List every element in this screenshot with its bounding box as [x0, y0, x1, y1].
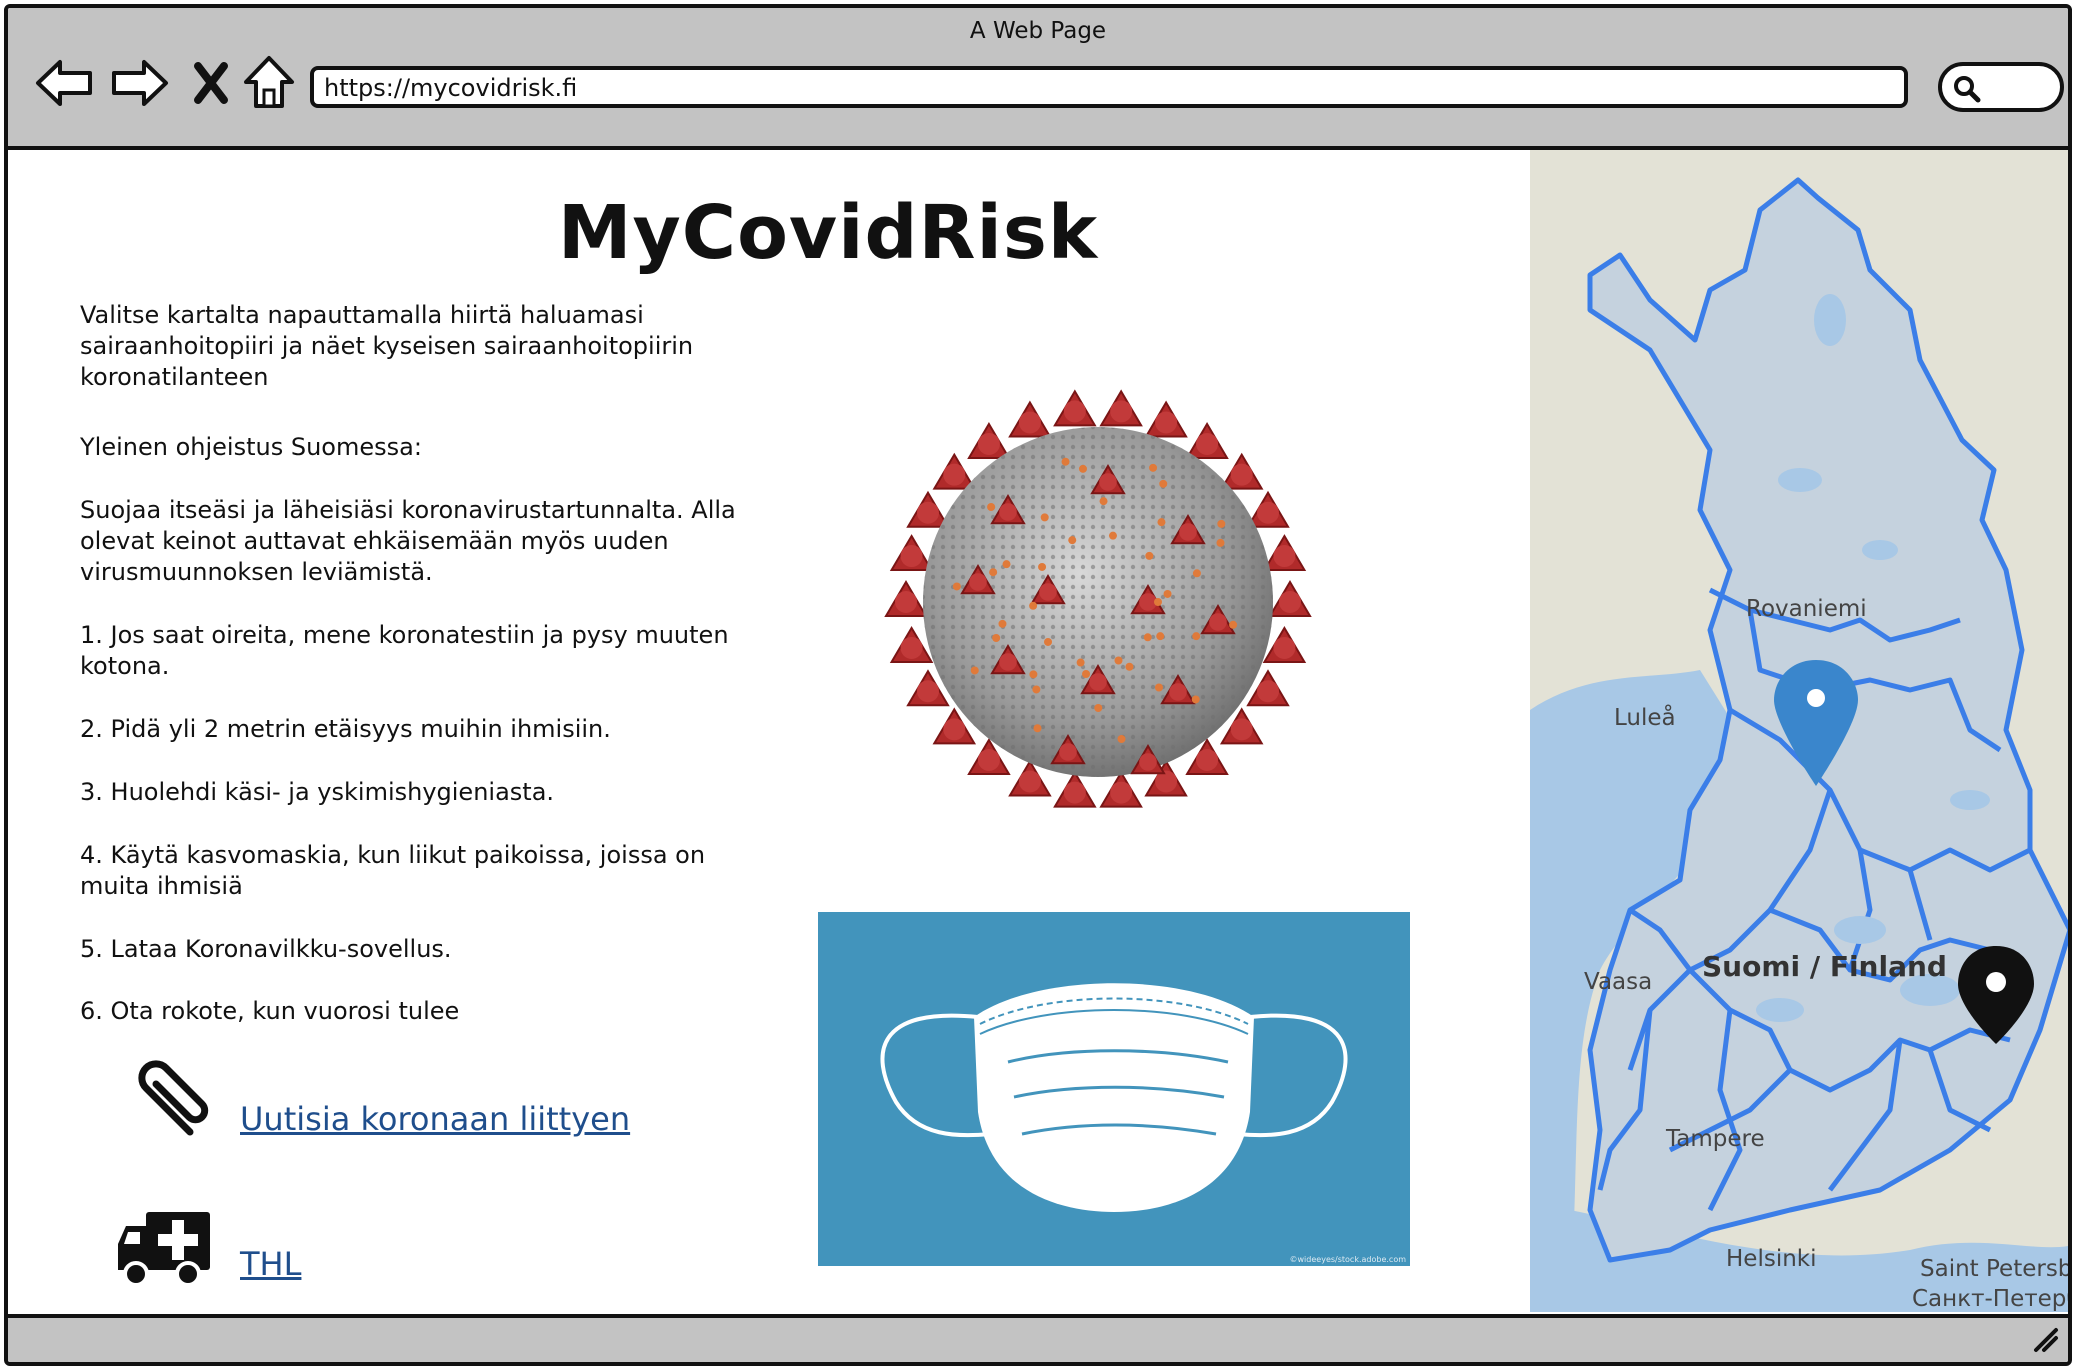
map-canvas[interactable]	[1530, 150, 2072, 1312]
map-label-helsinki: Helsinki	[1726, 1246, 1817, 1272]
guideline-item: 2. Pidä yli 2 metrin etäisyys muihin ihm…	[80, 715, 611, 743]
resize-grip-icon[interactable]	[2032, 1326, 2060, 1354]
browser-window: A Web Page https://mycovidrisk.fi MyCovi…	[4, 4, 2072, 1366]
guidance-heading: Yleinen ohjeistus Suomessa:	[80, 433, 422, 461]
paperclip-icon	[138, 1060, 209, 1136]
guideline-item: 3. Huolehdi käsi- ja yskimishygieniasta.	[80, 778, 555, 806]
guideline-item: 4. Käytä kasvomaskia, kun liikut paikois…	[80, 841, 706, 900]
page-title: MyCovidRisk	[557, 190, 1099, 276]
map-label-country: Suomi / Finland	[1702, 950, 1947, 983]
back-arrow-icon[interactable]	[34, 52, 96, 114]
map-label-saint-petersburg-ru: Санкт-Петербург	[1912, 1286, 2068, 1312]
finland-map[interactable]: Rovaniemi Luleå Suomi / Finland Vaasa Ta…	[1530, 150, 2072, 1312]
browser-toolbar: A Web Page https://mycovidrisk.fi	[8, 8, 2068, 150]
guideline-item: 6. Ota rokote, kun vuorosi tulee	[80, 997, 460, 1025]
map-label-tampere: Tampere	[1666, 1126, 1765, 1152]
close-icon[interactable]	[180, 52, 242, 114]
coronavirus-image	[884, 389, 1312, 808]
map-label-lulea: Luleå	[1614, 705, 1676, 731]
intro-text: Valitse kartalta napauttamalla hiirtä ha…	[80, 301, 694, 391]
guidance-intro: Suojaa itseäsi ja läheisiäsi koronavirus…	[80, 496, 736, 586]
search-icon	[1954, 76, 1981, 103]
thl-link[interactable]: THL	[240, 1245, 301, 1283]
ambulance-icon	[118, 1212, 210, 1287]
status-bar	[8, 1314, 2068, 1362]
guideline-item: 1. Jos saat oireita, mene koronatestiin …	[80, 621, 729, 680]
map-label-saint-petersburg: Saint Petersburg	[1920, 1256, 2072, 1282]
news-link[interactable]: Uutisia koronaan liittyen	[240, 1100, 630, 1138]
address-bar[interactable]: https://mycovidrisk.fi	[310, 66, 1908, 108]
search-box[interactable]	[1938, 62, 2064, 112]
page-content: MyCovidRisk Valitse kartalta napauttamal…	[8, 150, 2068, 1322]
guideline-item: 5. Lataa Koronavilkku-sovellus.	[80, 935, 452, 963]
map-label-vaasa: Vaasa	[1584, 969, 1653, 995]
forward-arrow-icon[interactable]	[108, 52, 170, 114]
home-icon[interactable]	[238, 52, 300, 114]
window-title: A Web Page	[969, 18, 1107, 44]
image-credit: ©wideeyes/stock.adobe.com	[1289, 1255, 1406, 1264]
face-mask-image: ©wideeyes/stock.adobe.com	[818, 912, 1410, 1266]
map-label-rovaniemi: Rovaniemi	[1746, 596, 1867, 622]
